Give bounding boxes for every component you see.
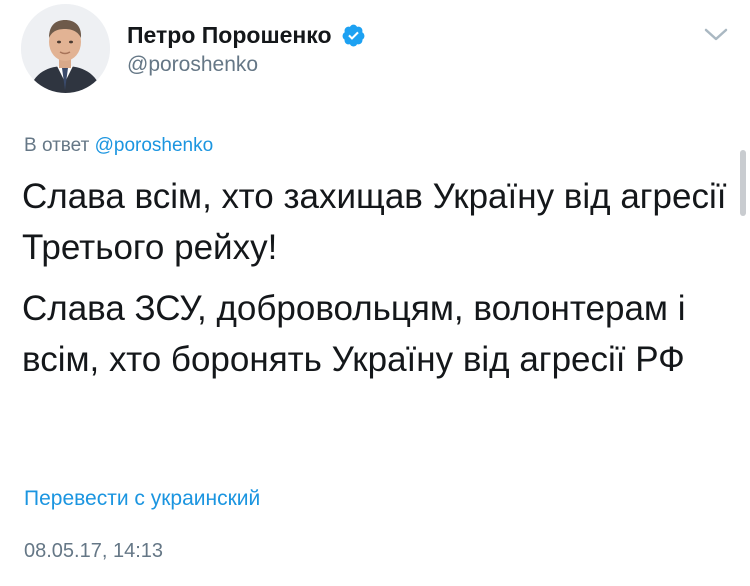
author-display-name[interactable]: Петро Порошенко (127, 20, 332, 50)
chevron-down-icon[interactable] (703, 27, 729, 43)
scrollbar[interactable] (740, 150, 746, 216)
author-handle[interactable]: @poroshenko (127, 52, 258, 78)
tweet-text: Слава всім, хто захищав Україну від агре… (22, 171, 727, 395)
avatar[interactable] (21, 4, 110, 93)
reply-mention-link[interactable]: @poroshenko (95, 135, 214, 156)
reply-context: В ответ @poroshenko (24, 134, 213, 158)
avatar-photo (21, 4, 110, 93)
reply-prefix: В ответ (24, 135, 90, 156)
tweet-paragraph: Слава ЗСУ, добровольцям, волонтерам і вс… (22, 289, 686, 379)
verified-badge-icon (341, 23, 366, 48)
tweet-timestamp[interactable]: 08.05.17, 14:13 (24, 538, 163, 564)
translate-link[interactable]: Перевести с украинский (24, 485, 260, 513)
tweet-paragraph: Слава всім, хто захищав Україну від агре… (22, 177, 727, 267)
author-name-row[interactable]: Петро Порошенко (127, 20, 366, 50)
